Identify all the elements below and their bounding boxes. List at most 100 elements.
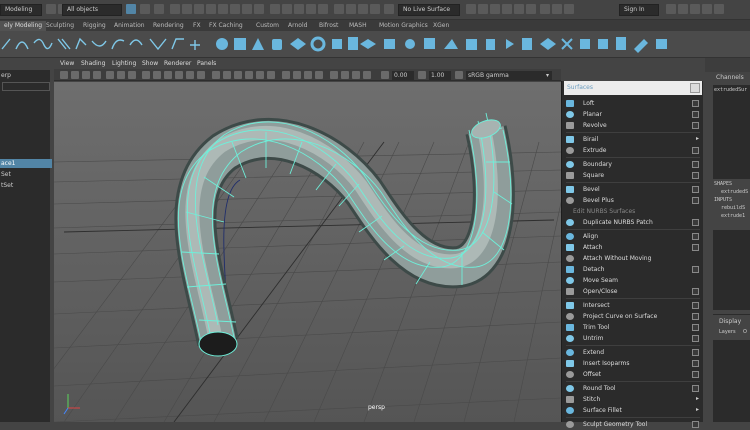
toggle-panel-icon[interactable] xyxy=(666,4,676,14)
ipr-render-icon[interactable] xyxy=(490,4,500,14)
option-box[interactable] xyxy=(692,266,699,273)
perspective-viewport[interactable]: persp xyxy=(54,82,561,422)
option-box[interactable] xyxy=(692,302,699,309)
menu-show[interactable]: Show xyxy=(142,59,158,68)
option-box[interactable] xyxy=(692,324,699,331)
outliner-item-surface1[interactable]: ace1 xyxy=(0,159,52,168)
menu-item-intersect[interactable]: Intersect xyxy=(562,300,704,311)
exposure-field[interactable]: 0.00 xyxy=(392,71,414,80)
gamma-icon[interactable] xyxy=(418,71,426,79)
lock-camera-icon[interactable] xyxy=(71,71,79,79)
outliner-item-persp[interactable]: erp xyxy=(0,71,52,80)
option-box[interactable] xyxy=(692,233,699,240)
menu-renderer[interactable]: Renderer xyxy=(164,59,191,68)
wireframe-icon[interactable] xyxy=(212,71,220,79)
symmetry-icon[interactable] xyxy=(384,4,394,14)
option-box[interactable] xyxy=(692,313,699,320)
menu-item-open-close[interactable]: Open/Close xyxy=(562,286,704,297)
tab-rendering[interactable]: Rendering xyxy=(149,21,188,31)
menu-item-revolve[interactable]: Revolve xyxy=(562,120,704,131)
tab-fx-caching[interactable]: FX Caching xyxy=(205,21,247,31)
outliner-filter-dropdown[interactable] xyxy=(2,82,50,91)
menu-item-offset[interactable]: Offset xyxy=(562,369,704,380)
view-transform-dropdown[interactable]: sRGB gamma ▾ xyxy=(466,71,552,80)
menu-item-align[interactable]: Align xyxy=(562,231,704,242)
menu-item-insert-isoparms[interactable]: Insert Isoparms xyxy=(562,358,704,369)
menu-item-trim-tool[interactable]: Trim Tool xyxy=(562,322,704,333)
option-box[interactable] xyxy=(692,371,699,378)
light-editor-icon[interactable] xyxy=(540,4,550,14)
option-box[interactable] xyxy=(692,122,699,129)
menu-item-bevel-plus[interactable]: Bevel Plus xyxy=(562,195,704,206)
tear-off-button[interactable] xyxy=(690,83,700,93)
option-box[interactable] xyxy=(692,197,699,204)
option-box[interactable] xyxy=(692,349,699,356)
option-box[interactable] xyxy=(692,172,699,179)
outliner-item-set[interactable]: Set xyxy=(0,170,52,179)
field-chart-icon[interactable] xyxy=(186,71,194,79)
menu-item-bevel[interactable]: Bevel xyxy=(562,184,704,195)
tab-custom[interactable]: Custom xyxy=(252,21,283,31)
option-box[interactable] xyxy=(692,360,699,367)
bookmarks-icon[interactable] xyxy=(93,71,101,79)
isolate-select-icon[interactable] xyxy=(330,71,338,79)
mask-surfaces-icon[interactable] xyxy=(206,4,216,14)
selection-mask-dropdown[interactable]: All objects xyxy=(62,4,122,16)
tab-options[interactable]: O xyxy=(743,329,747,335)
gamma-field[interactable]: 1.00 xyxy=(429,71,451,80)
xray-active-components-icon[interactable] xyxy=(352,71,360,79)
tab-mash[interactable]: MASH xyxy=(345,21,371,31)
select-by-hierarchy-icon[interactable] xyxy=(126,4,136,14)
tab-motion-graphics[interactable]: Motion Graphics xyxy=(375,21,432,31)
film-gate-icon[interactable] xyxy=(153,71,161,79)
menu-item-attach[interactable]: Attach xyxy=(562,242,704,253)
menu-shading[interactable]: Shading xyxy=(81,59,105,68)
menu-item-move-seam[interactable]: Move Seam xyxy=(562,275,704,286)
select-by-component-icon[interactable] xyxy=(140,4,150,14)
resolution-gate-icon[interactable] xyxy=(164,71,172,79)
shape-node-name[interactable]: extrudedS xyxy=(721,189,748,195)
menu-lighting[interactable]: Lighting xyxy=(112,59,136,68)
option-box[interactable] xyxy=(692,186,699,193)
input-ops-icon[interactable] xyxy=(358,4,368,14)
new-scene-icon[interactable] xyxy=(46,4,56,14)
object-name[interactable]: extrudedSur xyxy=(714,87,747,93)
tab-poly-modeling[interactable]: ely Modeling xyxy=(0,21,47,31)
tab-display[interactable]: Display xyxy=(719,318,741,325)
mask-curves-icon[interactable] xyxy=(194,4,204,14)
option-box[interactable] xyxy=(692,244,699,251)
menu-item-attach-without-moving[interactable]: Attach Without Moving xyxy=(562,253,704,264)
xray-icon[interactable] xyxy=(341,71,349,79)
option-box[interactable] xyxy=(692,219,699,226)
select-by-object-icon[interactable] xyxy=(154,4,164,14)
menu-item-boundary[interactable]: Boundary xyxy=(562,159,704,170)
use-all-lights-icon[interactable] xyxy=(256,71,264,79)
render-current-icon[interactable] xyxy=(478,4,488,14)
tool-settings-icon[interactable] xyxy=(702,4,712,14)
option-box[interactable] xyxy=(692,385,699,392)
arnold-ipr-icon[interactable] xyxy=(564,4,574,14)
sign-in-dropdown[interactable]: Sign In xyxy=(619,4,659,16)
menu-item-birail[interactable]: Birail ▸ xyxy=(562,134,704,145)
snap-curve-icon[interactable] xyxy=(282,4,292,14)
menu-item-surface-fillet[interactable]: Surface Fillet ▸ xyxy=(562,405,704,416)
menu-item-square[interactable]: Square xyxy=(562,170,704,181)
menu-set-dropdown[interactable]: Modeling xyxy=(0,4,42,16)
menu-item-loft[interactable]: Loft xyxy=(562,98,704,109)
make-live-icon[interactable] xyxy=(318,4,328,14)
tab-sculpting[interactable]: Sculpting xyxy=(42,21,78,31)
option-box[interactable] xyxy=(692,100,699,107)
tab-animation[interactable]: Animation xyxy=(110,21,149,31)
two-d-pan-icon[interactable] xyxy=(117,71,125,79)
multisample-aa-icon[interactable] xyxy=(304,71,312,79)
snap-point-icon[interactable] xyxy=(294,4,304,14)
hypershade-icon[interactable] xyxy=(514,4,524,14)
safe-action-icon[interactable] xyxy=(197,71,205,79)
option-box[interactable] xyxy=(692,161,699,168)
input-node-extrude[interactable]: extrude1 xyxy=(721,213,745,219)
option-box[interactable] xyxy=(692,288,699,295)
tab-fx[interactable]: FX xyxy=(189,21,205,31)
motion-blur-icon[interactable] xyxy=(293,71,301,79)
arnold-render-icon[interactable] xyxy=(552,4,562,14)
tab-xgen[interactable]: XGen xyxy=(429,21,453,31)
